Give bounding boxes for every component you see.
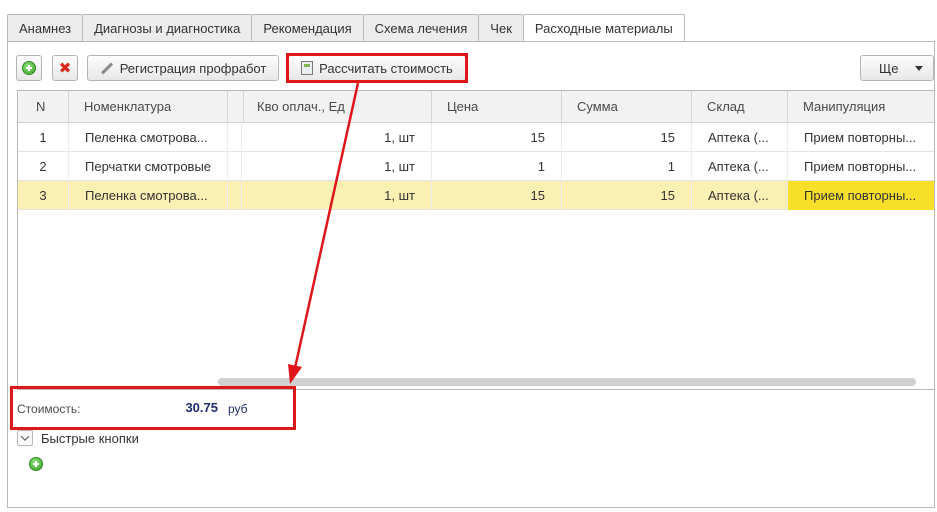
cell-nomenclature: Пеленка смотрова... bbox=[69, 181, 228, 210]
column-header-n[interactable]: N bbox=[18, 91, 69, 123]
horizontal-scrollbar[interactable] bbox=[218, 378, 916, 386]
annotation-box-calculate bbox=[286, 53, 468, 83]
cell-n: 2 bbox=[18, 152, 69, 181]
tab-receipt[interactable]: Чек bbox=[478, 14, 523, 42]
more-button[interactable]: Ще bbox=[860, 55, 934, 81]
column-header-qty[interactable]: Кво оплач., Ед bbox=[242, 91, 432, 123]
column-header-warehouse[interactable]: Склад bbox=[692, 91, 788, 123]
toolbar: ✖ Регистрация профработ Рассчитать стоим… bbox=[16, 55, 935, 81]
chevron-down-icon bbox=[20, 432, 30, 441]
cell-n: 1 bbox=[18, 123, 69, 152]
cell-manipulation: Прием повторны... bbox=[788, 152, 934, 181]
cell-nomenclature: Пеленка смотрова... bbox=[69, 123, 228, 152]
plus-circle-icon bbox=[22, 61, 36, 75]
caret-down-icon bbox=[915, 65, 923, 71]
cell-sum: 15 bbox=[562, 181, 692, 210]
annotation-box-cost bbox=[10, 386, 296, 430]
cell-manipulation: Прием повторны... bbox=[788, 123, 934, 152]
tab-recommendation[interactable]: Рекомендация bbox=[251, 14, 363, 42]
cell-manipulation-active[interactable]: Прием повторны... bbox=[788, 181, 934, 210]
tab-diagnoses[interactable]: Диагнозы и диагностика bbox=[82, 14, 252, 42]
column-header-nomenclature[interactable]: Номенклатура bbox=[69, 91, 228, 123]
cell-qty: 1, шт bbox=[242, 123, 432, 152]
cell-warehouse: Аптека (... bbox=[692, 181, 788, 210]
cell-spacer bbox=[228, 123, 242, 152]
tab-consumables[interactable]: Расходные материалы bbox=[522, 14, 685, 42]
consumables-table: N Номенклатура Кво оплач., Ед Цена Сумма… bbox=[17, 90, 935, 390]
cell-n: 3 bbox=[18, 181, 69, 210]
tab-treatment-scheme[interactable]: Схема лечения bbox=[362, 14, 479, 42]
close-icon: ✖ bbox=[58, 59, 72, 77]
column-header-sum[interactable]: Сумма bbox=[562, 91, 692, 123]
collapse-toggle[interactable] bbox=[17, 430, 33, 446]
delete-button[interactable]: ✖ bbox=[52, 55, 78, 81]
register-prof-work-label: Регистрация профработ bbox=[119, 60, 267, 76]
quick-add-button[interactable] bbox=[29, 457, 43, 474]
quick-buttons-group: Быстрые кнопки bbox=[17, 430, 139, 446]
quick-buttons-label: Быстрые кнопки bbox=[41, 430, 139, 446]
more-label: Ще bbox=[879, 60, 899, 76]
cell-price: 15 bbox=[432, 123, 562, 152]
column-header-price[interactable]: Цена bbox=[432, 91, 562, 123]
cell-warehouse: Аптека (... bbox=[692, 152, 788, 181]
tab-anamnesis[interactable]: Анамнез bbox=[7, 14, 83, 42]
add-button[interactable] bbox=[16, 55, 42, 81]
plus-circle-icon bbox=[29, 457, 43, 471]
cell-nomenclature: Перчатки смотровые bbox=[69, 152, 228, 181]
cell-sum: 1 bbox=[562, 152, 692, 181]
tab-bar: Анамнез Диагнозы и диагностика Рекоменда… bbox=[7, 14, 685, 42]
cell-sum: 15 bbox=[562, 123, 692, 152]
cell-qty: 1, шт bbox=[242, 181, 432, 210]
column-header-manipulation[interactable]: Манипуляция bbox=[788, 91, 934, 123]
cell-qty: 1, шт bbox=[242, 152, 432, 181]
table-header: N Номенклатура Кво оплач., Ед Цена Сумма… bbox=[18, 91, 934, 123]
cell-warehouse: Аптека (... bbox=[692, 123, 788, 152]
table-row[interactable]: 1 Пеленка смотрова... 1, шт 15 15 Аптека… bbox=[18, 123, 934, 152]
cell-price: 15 bbox=[432, 181, 562, 210]
syringe-icon bbox=[100, 61, 113, 75]
table-row-selected[interactable]: 3 Пеленка смотрова... 1, шт 15 15 Аптека… bbox=[18, 181, 934, 210]
cell-spacer bbox=[228, 152, 242, 181]
cell-price: 1 bbox=[432, 152, 562, 181]
table-row[interactable]: 2 Перчатки смотровые 1, шт 1 1 Аптека (.… bbox=[18, 152, 934, 181]
cell-spacer bbox=[228, 181, 242, 210]
register-prof-work-button[interactable]: Регистрация профработ bbox=[87, 55, 279, 81]
